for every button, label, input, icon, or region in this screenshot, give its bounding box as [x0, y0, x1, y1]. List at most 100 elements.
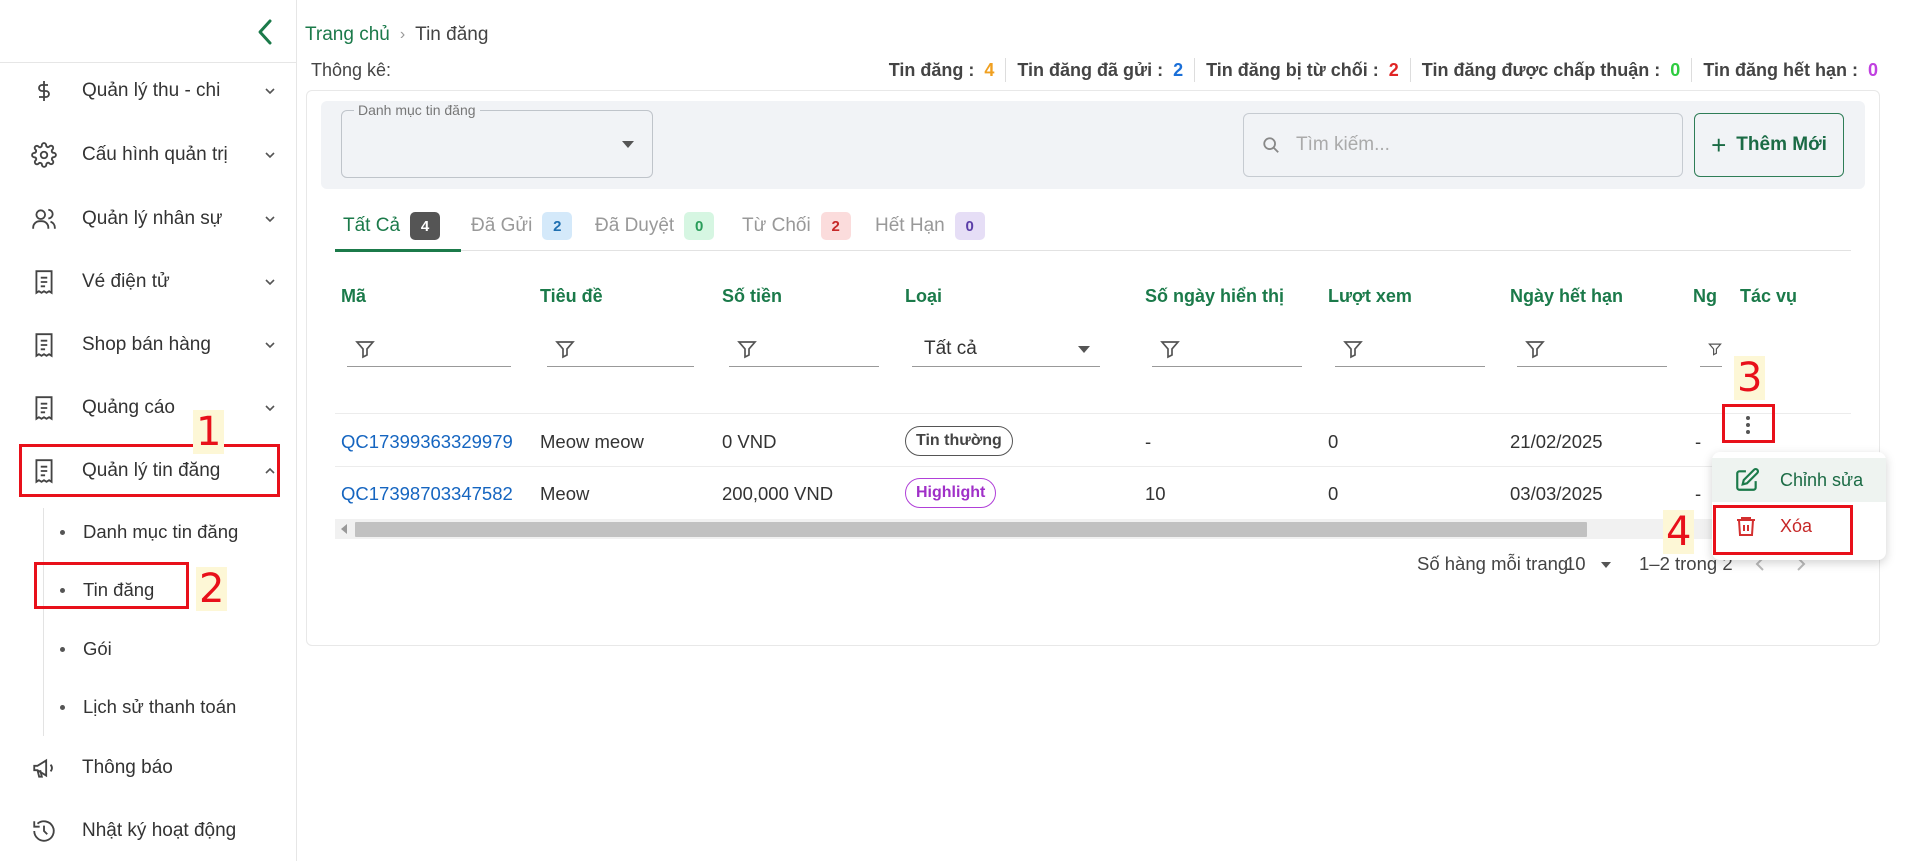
column-header-amount: Số tiền	[722, 286, 783, 306]
active-tab-indicator	[335, 249, 461, 252]
sidebar-item-label: Quản lý nhân sự	[82, 208, 223, 229]
stat-value: 0	[1867, 59, 1878, 80]
row-2-code[interactable]: QC17398703347582	[341, 483, 513, 505]
tab-count-badge: 2	[820, 212, 851, 240]
sidebar-item-label: Vé điện tử	[82, 271, 170, 292]
scroll-left-arrow-icon[interactable]	[341, 524, 347, 534]
column-header-title: Tiêu đề	[540, 286, 603, 306]
tab-count-badge: 4	[410, 212, 441, 240]
sidebar-item-ads[interactable]: Quảng cáo	[22, 380, 280, 436]
sidebar-item-listings[interactable]: Quản lý tin đăng	[22, 443, 280, 499]
sidebar-subitem-listing-category[interactable]: Danh mục tin đăng	[60, 510, 238, 554]
sidebar-item-finance[interactable]: Quản lý thu - chi	[22, 63, 280, 119]
row-1-amount: 0 VND	[722, 431, 777, 452]
filter-type-select[interactable]: Tất cả	[912, 331, 1100, 367]
scrollbar-thumb[interactable]	[355, 522, 1587, 537]
stat-value: 2	[1388, 59, 1399, 80]
filter-truncated[interactable]	[1700, 331, 1722, 367]
breadcrumb: Trang chủ › Tin đăng	[305, 24, 488, 46]
tab-expired[interactable]: Hết Hạn 0	[875, 201, 985, 251]
filter-title[interactable]	[547, 331, 694, 367]
edit-icon	[1736, 468, 1759, 491]
row-2-views: 0	[1328, 483, 1339, 504]
delete-menu-label: Xóa	[1780, 515, 1813, 536]
chevron-down-icon	[260, 272, 280, 292]
sidebar-item-activity-log[interactable]: Nhật ký hoạt động	[22, 803, 280, 859]
edit-menu-label: Chỉnh sửa	[1780, 469, 1864, 490]
row-1-code[interactable]: QC17399363329979	[341, 431, 513, 453]
stat-label: Tin đăng đã gửi :	[1017, 59, 1164, 80]
more-vertical-icon	[1746, 414, 1750, 435]
sidebar-item-admin-config[interactable]: Cấu hình quản trị	[22, 127, 280, 183]
sidebar-item-label: Quản lý tin đăng	[82, 460, 221, 481]
sidebar-subitem-payment-history[interactable]: Lịch sử thanh toán	[60, 685, 236, 729]
stat-value: 0	[1670, 59, 1681, 80]
annotation-number-3: 3	[1734, 356, 1766, 400]
rows-per-page-value: 10	[1565, 553, 1586, 574]
stat-rejected: Tin đăng bị từ chối : 2	[1195, 58, 1411, 82]
sidebar-item-label: Shop bán hàng	[82, 334, 211, 355]
tab-label: Tất Cả	[343, 215, 401, 236]
tab-sent[interactable]: Đã Gửi 2	[471, 201, 573, 251]
collapse-sidebar-button[interactable]	[250, 14, 280, 50]
stat-total: Tin đăng : 4	[878, 58, 1007, 82]
delete-menu-item[interactable]: Xóa	[1712, 504, 1886, 548]
filter-amount[interactable]	[729, 331, 879, 367]
users-icon	[30, 205, 58, 233]
stats-label: Thông kê:	[311, 60, 392, 80]
column-header-display-days: Số ngày hiển thị	[1145, 286, 1285, 306]
filter-bar: Danh mục tin đăng + Thêm Mới	[321, 101, 1865, 189]
add-new-button[interactable]: + Thêm Mới	[1694, 113, 1844, 177]
sidebar-subitem-packages[interactable]: Gói	[60, 627, 112, 671]
receipt-icon	[30, 394, 58, 422]
column-header-truncated: Ng	[1693, 286, 1717, 306]
chevron-down-icon	[260, 81, 280, 101]
sidebar-item-label: Quảng cáo	[82, 397, 175, 418]
tab-all[interactable]: Tất Cả 4	[343, 201, 441, 251]
filter-icon	[555, 340, 575, 358]
subitem-label: Danh mục tin đăng	[83, 521, 239, 542]
tab-rejected[interactable]: Từ Chối 2	[742, 201, 851, 251]
tab-label: Đã Duyệt	[595, 215, 675, 236]
stat-expired: Tin đăng hết hạn : 0	[1692, 58, 1878, 82]
row-1-actions-button[interactable]	[1728, 408, 1768, 441]
filter-code[interactable]	[347, 331, 511, 367]
rows-per-page-select[interactable]: 10	[1565, 553, 1611, 575]
bullet	[60, 587, 65, 593]
search-input[interactable]	[1296, 134, 1656, 156]
stat-value: 4	[984, 59, 995, 80]
add-new-label: Thêm Mới	[1736, 134, 1827, 155]
bullet	[60, 529, 65, 535]
row-2-truncated: -	[1695, 483, 1702, 504]
tab-approved[interactable]: Đã Duyệt 0	[595, 201, 715, 251]
bullet	[60, 704, 65, 710]
chevron-down-icon	[260, 335, 280, 355]
sidebar-item-hr[interactable]: Quản lý nhân sự	[22, 191, 280, 247]
filter-icon	[1708, 343, 1722, 356]
annotation-number-1: 1	[193, 410, 225, 454]
sidebar-item-notifications[interactable]: Thông báo	[22, 740, 280, 796]
subitem-label: Gói	[83, 638, 112, 659]
plus-icon: +	[1711, 130, 1727, 160]
sidebar-item-label: Nhật ký hoạt động	[82, 820, 237, 841]
chevron-down-icon	[260, 398, 280, 418]
sidebar-item-label: Cấu hình quản trị	[82, 144, 228, 165]
breadcrumb-home[interactable]: Trang chủ	[305, 24, 390, 46]
breadcrumb-current: Tin đăng	[415, 24, 489, 45]
sidebar-item-e-ticket[interactable]: Vé điện tử	[22, 254, 280, 310]
filter-display-days[interactable]	[1152, 331, 1302, 367]
stat-label: Tin đăng được chấp thuận :	[1421, 59, 1661, 80]
filter-expiry[interactable]	[1517, 331, 1667, 367]
category-select[interactable]: Danh mục tin đăng	[341, 102, 653, 178]
row-2-expiry: 03/03/2025	[1510, 483, 1603, 504]
edit-menu-item[interactable]: Chỉnh sửa	[1712, 458, 1886, 502]
sidebar-item-shop[interactable]: Shop bán hàng	[22, 317, 280, 373]
sidebar-subitem-listings[interactable]: Tin đăng	[60, 568, 154, 612]
row-actions-menu: Chỉnh sửa Xóa	[1712, 452, 1886, 560]
status-tabs: Tất Cả 4 Đã Gửi 2 Đã Duyệt 0 Từ Chối 2 H…	[335, 201, 1851, 252]
column-header-views: Lượt xem	[1328, 286, 1412, 306]
stat-approved: Tin đăng được chấp thuận : 0	[1411, 58, 1693, 82]
filter-views[interactable]	[1335, 331, 1485, 367]
filter-icon	[1160, 340, 1180, 358]
row-divider	[335, 466, 1851, 467]
